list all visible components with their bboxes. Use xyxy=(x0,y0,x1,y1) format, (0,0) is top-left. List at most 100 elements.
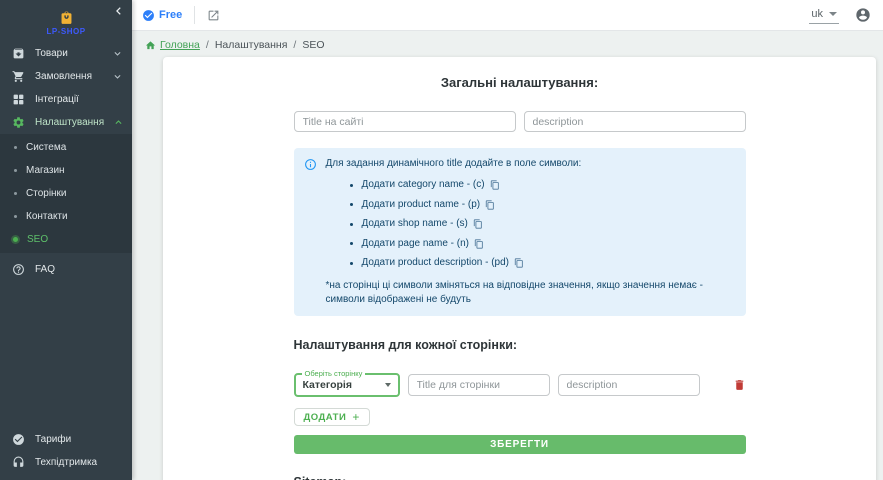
chevron-down-icon xyxy=(113,49,122,58)
site-title-input[interactable] xyxy=(294,111,516,132)
account-icon[interactable] xyxy=(855,7,871,23)
chevron-up-icon xyxy=(114,118,123,127)
sidebar-item-label: Техпідтримка xyxy=(35,457,122,468)
info-intro-text: Для задання динамічного title додайте в … xyxy=(326,157,734,171)
sidebar-subitem-seo[interactable]: SEO xyxy=(0,228,132,251)
seo-settings-card: Загальні налаштування: Для задання динам… xyxy=(163,57,876,480)
sidebar-item-orders[interactable]: Замовлення xyxy=(0,65,132,88)
sidebar-subitem-label: Магазин xyxy=(26,165,65,176)
page-select-label: Оберіть сторінку xyxy=(302,369,366,378)
sidebar-item-products[interactable]: Товари xyxy=(0,42,132,65)
page-description-input[interactable] xyxy=(558,374,700,396)
add-row-label: Додати xyxy=(304,412,347,423)
sidebar-item-settings[interactable]: Налаштування xyxy=(0,111,132,134)
brand-logo-bag-icon xyxy=(58,9,75,26)
sidebar-header: LP-SHOP xyxy=(0,0,132,42)
active-dot-icon xyxy=(13,237,18,242)
copy-icon[interactable] xyxy=(490,180,500,190)
sidebar-item-integrations[interactable]: Інтеграції xyxy=(0,88,132,111)
delete-row-trash-icon[interactable] xyxy=(733,378,746,392)
caret-down-icon xyxy=(829,12,837,16)
sidebar-item-label: Налаштування xyxy=(35,117,104,128)
sidebar: LP-SHOP Товари Замовлення xyxy=(0,0,132,480)
breadcrumb-home-label: Головна xyxy=(160,39,200,51)
add-row-button[interactable]: Додати + xyxy=(294,408,370,426)
sitemap-heading: Sitemap: xyxy=(294,475,746,480)
archive-box-icon xyxy=(12,47,25,60)
bullet-dot-icon xyxy=(14,215,17,218)
general-settings-heading: Загальні налаштування: xyxy=(294,75,746,90)
sidebar-item-faq[interactable]: FAQ xyxy=(0,258,132,281)
sidebar-subitem-label: SEO xyxy=(27,234,48,245)
page-select[interactable]: Оберіть сторінку Категорія xyxy=(294,373,400,397)
sidebar-spacer xyxy=(0,281,132,428)
bullet-dot-icon xyxy=(14,192,17,195)
page-title-input[interactable] xyxy=(408,374,550,396)
site-description-input[interactable] xyxy=(524,111,746,132)
topbar-divider xyxy=(194,6,195,24)
breadcrumb-separator: / xyxy=(293,39,296,51)
save-button[interactable]: Зберегти xyxy=(294,435,746,454)
sidebar-subitem-pages[interactable]: Сторінки xyxy=(0,182,132,205)
breadcrumb: Головна / Налаштування / SEO xyxy=(145,36,876,54)
headset-icon xyxy=(12,456,25,469)
plan-label: Free xyxy=(159,9,182,21)
sidebar-item-label: FAQ xyxy=(35,264,122,275)
main-area: Free uk Головна / Налаштування xyxy=(132,0,883,480)
sidebar-subitem-label: Система xyxy=(26,142,66,153)
breadcrumb-settings: Налаштування xyxy=(215,39,288,51)
home-icon xyxy=(145,40,156,51)
sidebar-collapse-chevron-left-icon[interactable] xyxy=(114,6,124,16)
symbol-text: Додати page name - (n) xyxy=(362,237,470,251)
breadcrumb-separator: / xyxy=(206,39,209,51)
sidebar-bottom: Тарифи Техпідтримка xyxy=(0,428,132,480)
symbol-item: Додати product name - (p) xyxy=(350,198,734,212)
symbol-text: Додати product description - (pd) xyxy=(362,256,510,270)
settings-submenu: Система Магазин Сторінки Контакти SEO xyxy=(0,134,132,253)
sidebar-item-tariffs[interactable]: Тарифи xyxy=(0,428,132,451)
per-page-row: Оберіть сторінку Категорія xyxy=(294,373,746,397)
plus-icon: + xyxy=(352,411,360,423)
gear-icon xyxy=(12,116,25,129)
sidebar-item-support[interactable]: Техпідтримка xyxy=(0,451,132,474)
copy-icon[interactable] xyxy=(474,239,484,249)
topbar-right: uk xyxy=(809,7,871,24)
sidebar-nav: Товари Замовлення Інтеграції Налаштув xyxy=(0,42,132,281)
sidebar-subitem-label: Контакти xyxy=(26,211,68,222)
copy-icon[interactable] xyxy=(514,258,524,268)
sidebar-subitem-label: Сторінки xyxy=(26,188,67,199)
verified-check-icon xyxy=(142,9,155,22)
chevron-down-icon xyxy=(113,72,122,81)
sidebar-subitem-shop[interactable]: Магазин xyxy=(0,159,132,182)
language-select[interactable]: uk xyxy=(809,7,839,24)
sidebar-subitem-contacts[interactable]: Контакти xyxy=(0,205,132,228)
per-page-heading: Налаштування для кожної сторінки: xyxy=(294,338,746,352)
grid-apps-icon xyxy=(12,93,25,106)
info-icon xyxy=(304,158,317,307)
dynamic-title-info-box: Для задання динамічного title додайте в … xyxy=(294,148,746,316)
breadcrumb-seo: SEO xyxy=(302,39,324,51)
symbol-text: Додати shop name - (s) xyxy=(362,217,468,231)
copy-icon[interactable] xyxy=(485,200,495,210)
shopping-cart-icon xyxy=(12,70,25,83)
page-select-value: Категорія xyxy=(303,379,385,391)
plan-badge[interactable]: Free xyxy=(142,9,182,22)
breadcrumb-home-link[interactable]: Головна xyxy=(145,39,200,51)
symbol-list: Додати category name - (c) Додати produc… xyxy=(350,178,734,270)
help-circle-icon xyxy=(12,263,25,276)
per-page-section: Налаштування для кожної сторінки: Оберіт… xyxy=(294,338,746,454)
bullet-dot-icon xyxy=(14,146,17,149)
symbol-text: Додати product name - (p) xyxy=(362,198,481,212)
verified-badge-icon xyxy=(12,433,25,446)
symbol-text: Додати category name - (c) xyxy=(362,178,485,192)
symbol-item: Додати category name - (c) xyxy=(350,178,734,192)
sidebar-item-label: Інтеграції xyxy=(35,94,122,105)
sidebar-item-label: Товари xyxy=(35,48,103,59)
topbar: Free uk xyxy=(132,0,883,31)
general-fields-row xyxy=(294,111,746,132)
open-in-new-icon[interactable] xyxy=(207,9,220,22)
copy-icon[interactable] xyxy=(473,219,483,229)
bullet-dot-icon xyxy=(14,169,17,172)
sidebar-item-label: Тарифи xyxy=(35,434,122,445)
sidebar-subitem-system[interactable]: Система xyxy=(0,136,132,159)
